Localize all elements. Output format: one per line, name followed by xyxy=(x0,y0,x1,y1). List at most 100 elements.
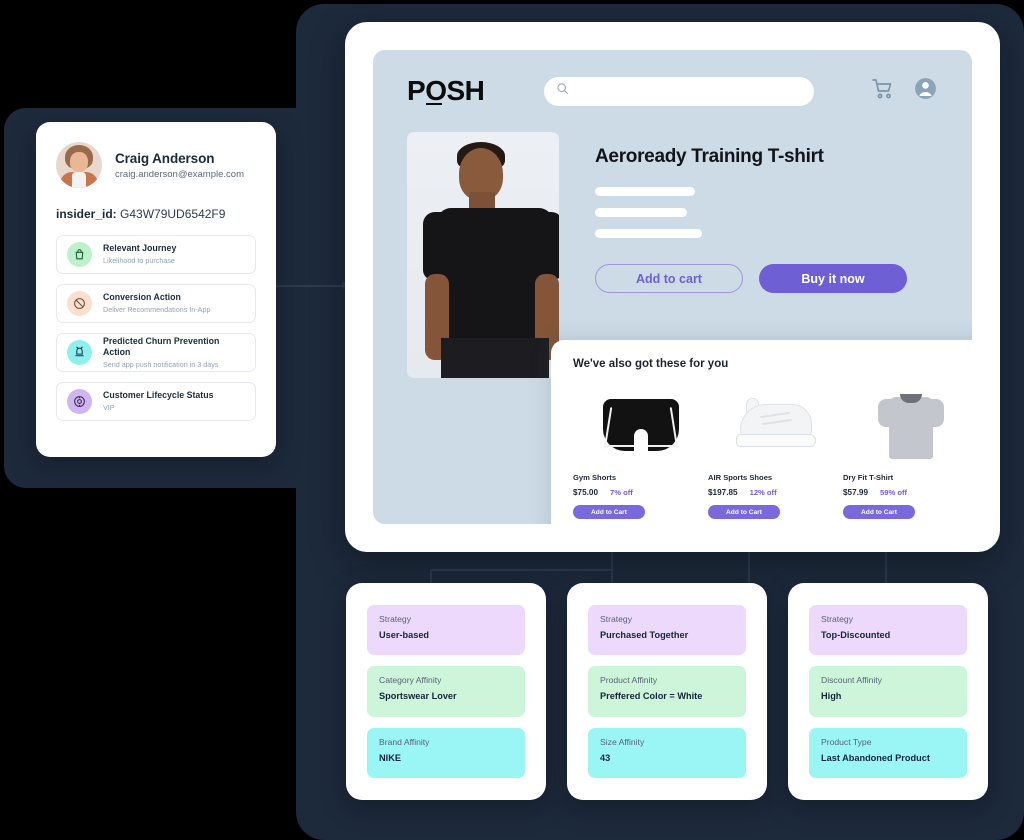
attribute-text: Predicted Churn Prevention Action Send a… xyxy=(103,336,245,369)
attribute-churn-prevention[interactable]: Predicted Churn Prevention Action Send a… xyxy=(56,333,256,372)
attribute-relevant-journey[interactable]: Relevant Journey Likelihood to purchase xyxy=(56,235,256,274)
profile-email: craig.anderson@example.com xyxy=(115,168,244,180)
reco-add-to-cart-button[interactable]: Add to Cart xyxy=(708,505,780,519)
reco-discount: 59% off xyxy=(880,488,908,497)
reco-add-to-cart-button[interactable]: Add to Cart xyxy=(573,505,645,519)
header-icon-group xyxy=(871,76,938,106)
chip-value: Last Abandoned Product xyxy=(821,752,930,763)
discount-affinity-chip: Discount Affinity High xyxy=(809,666,967,717)
attribute-subtitle: Send app push notification in 3 days xyxy=(103,359,219,369)
chip-label: Brand Affinity xyxy=(379,736,430,747)
shop-page: P O SH Aeroready Training T-shirt Add to… xyxy=(373,50,972,524)
reco-name: Gym Shorts xyxy=(573,473,617,482)
strategy-card-purchased-together: Strategy Purchased Together Product Affi… xyxy=(567,583,767,800)
attribute-text: Relevant Journey Likelihood to purchase xyxy=(103,243,176,265)
shop-browser-window: P O SH Aeroready Training T-shirt Add to… xyxy=(345,22,1000,552)
product-description-placeholder xyxy=(595,187,907,238)
shopping-bag-icon xyxy=(67,242,92,267)
logo-suffix: SH xyxy=(446,75,485,106)
description-line xyxy=(595,229,702,238)
chip-value: High xyxy=(821,691,842,702)
reco-item-gym-shorts[interactable]: Gym Shorts $75.00 7% off Add to Cart xyxy=(573,383,708,519)
attribute-lifecycle-status[interactable]: Customer Lifecycle Status VIP xyxy=(56,382,256,421)
no-entry-icon xyxy=(67,291,92,316)
chip-label: Category Affinity xyxy=(379,675,442,686)
search-bar[interactable] xyxy=(544,76,815,106)
reco-name: Dry Fit T-Shirt xyxy=(843,473,894,482)
reco-item-air-sports-shoes[interactable]: AIR Sports Shoes $197.85 12% off Add to … xyxy=(708,383,843,519)
attribute-title: Conversion Action xyxy=(103,292,181,303)
reco-item-dry-fit-tshirt[interactable]: Dry Fit T-Shirt $57.99 59% off Add to Ca… xyxy=(843,383,972,519)
connector-branch-to-card1 xyxy=(430,569,612,571)
strategy-chip: Strategy Purchased Together xyxy=(588,605,746,656)
profile-attribute-list: Relevant Journey Likelihood to purchase … xyxy=(56,235,256,421)
add-to-cart-button[interactable]: Add to cart xyxy=(595,264,743,293)
strategy-chip: Strategy User-based xyxy=(367,605,525,656)
recommendations-panel: We've also got these for you Gym Shorts … xyxy=(551,340,972,524)
chip-value: NIKE xyxy=(379,752,401,763)
search-icon xyxy=(556,82,569,100)
search-input[interactable] xyxy=(576,85,803,97)
reco-discount: 7% off xyxy=(610,488,633,497)
chip-value: User-based xyxy=(379,630,430,640)
reco-price: $57.99 xyxy=(843,488,869,497)
category-affinity-chip: Category Affinity Sportswear Lover xyxy=(367,666,525,717)
product-hero-image xyxy=(407,132,559,378)
logo-underline xyxy=(426,102,443,105)
notification-bell-icon xyxy=(67,340,92,365)
attribute-text: Conversion Action Deliver Recommendation… xyxy=(103,292,210,314)
recommendations-grid: Gym Shorts $75.00 7% off Add to Cart AIR… xyxy=(573,383,972,519)
reco-price-row: $75.00 7% off xyxy=(573,488,708,497)
description-line xyxy=(595,187,695,196)
logo-prefix: P xyxy=(407,75,426,106)
shop-header: P O SH xyxy=(373,50,972,132)
reco-price-row: $197.85 12% off xyxy=(708,488,843,497)
diagram-canvas: Craig Anderson craig.anderson@example.co… xyxy=(0,0,1024,840)
chip-value: Purchased Together xyxy=(600,630,689,640)
product-cta-row: Add to cart Buy it now xyxy=(595,264,907,293)
reco-price-row: $57.99 59% off xyxy=(843,488,972,497)
reco-price: $75.00 xyxy=(573,488,599,497)
buy-it-now-button[interactable]: Buy it now xyxy=(759,264,907,293)
chip-label: Strategy xyxy=(600,614,633,624)
insider-id-row: insider_id: G43W79UD6542F9 xyxy=(56,207,256,221)
strategy-card-user-based: Strategy User-based Category Affinity Sp… xyxy=(346,583,546,800)
insider-id-value: G43W79UD6542F9 xyxy=(120,207,226,221)
brand-affinity-chip: Brand Affinity NIKE xyxy=(367,727,525,778)
chip-value: Top-Discounted xyxy=(821,630,891,640)
account-icon[interactable] xyxy=(913,76,938,106)
target-icon xyxy=(67,389,92,414)
chip-label: Product Type xyxy=(821,736,872,747)
customer-profile-card: Craig Anderson craig.anderson@example.co… xyxy=(36,122,276,457)
attribute-subtitle: Likelihood to purchase xyxy=(103,256,175,266)
reco-price: $197.85 xyxy=(708,488,738,497)
chip-value: Preffered Color = White xyxy=(600,691,703,702)
product-affinity-chip: Product Affinity Preffered Color = White xyxy=(588,666,746,717)
logo-o: O xyxy=(425,75,447,106)
avatar xyxy=(56,142,102,188)
profile-identity: Craig Anderson craig.anderson@example.co… xyxy=(115,151,244,180)
chip-label: Size Affinity xyxy=(600,736,645,747)
strategy-card-top-discounted: Strategy Top-Discounted Discount Affinit… xyxy=(788,583,988,800)
size-affinity-chip: Size Affinity 43 xyxy=(588,727,746,778)
attribute-title: Predicted Churn Prevention Action xyxy=(103,335,220,357)
reco-discount: 12% off xyxy=(749,488,777,497)
attribute-subtitle: Deliver Recommendations In-App xyxy=(103,305,211,315)
strategy-chip: Strategy Top-Discounted xyxy=(809,605,967,656)
cart-icon[interactable] xyxy=(871,77,895,106)
profile-name: Craig Anderson xyxy=(115,150,215,166)
recommendations-title: We've also got these for you xyxy=(573,358,729,370)
chip-label: Product Affinity xyxy=(600,675,658,686)
reco-add-to-cart-button[interactable]: Add to Cart xyxy=(843,505,915,519)
attribute-title: Customer Lifecycle Status xyxy=(103,390,214,401)
description-line xyxy=(595,208,687,217)
attribute-conversion-action[interactable]: Conversion Action Deliver Recommendation… xyxy=(56,284,256,323)
insider-id-label: insider_id: xyxy=(56,207,117,221)
chip-value: Sportswear Lover xyxy=(379,691,457,702)
attribute-text: Customer Lifecycle Status VIP xyxy=(103,390,214,412)
profile-header: Craig Anderson craig.anderson@example.co… xyxy=(56,142,256,188)
posh-logo[interactable]: P O SH xyxy=(407,75,485,107)
attribute-subtitle: VIP xyxy=(103,403,115,413)
chip-label: Discount Affinity xyxy=(821,675,882,686)
reco-thumbnail xyxy=(708,383,843,467)
